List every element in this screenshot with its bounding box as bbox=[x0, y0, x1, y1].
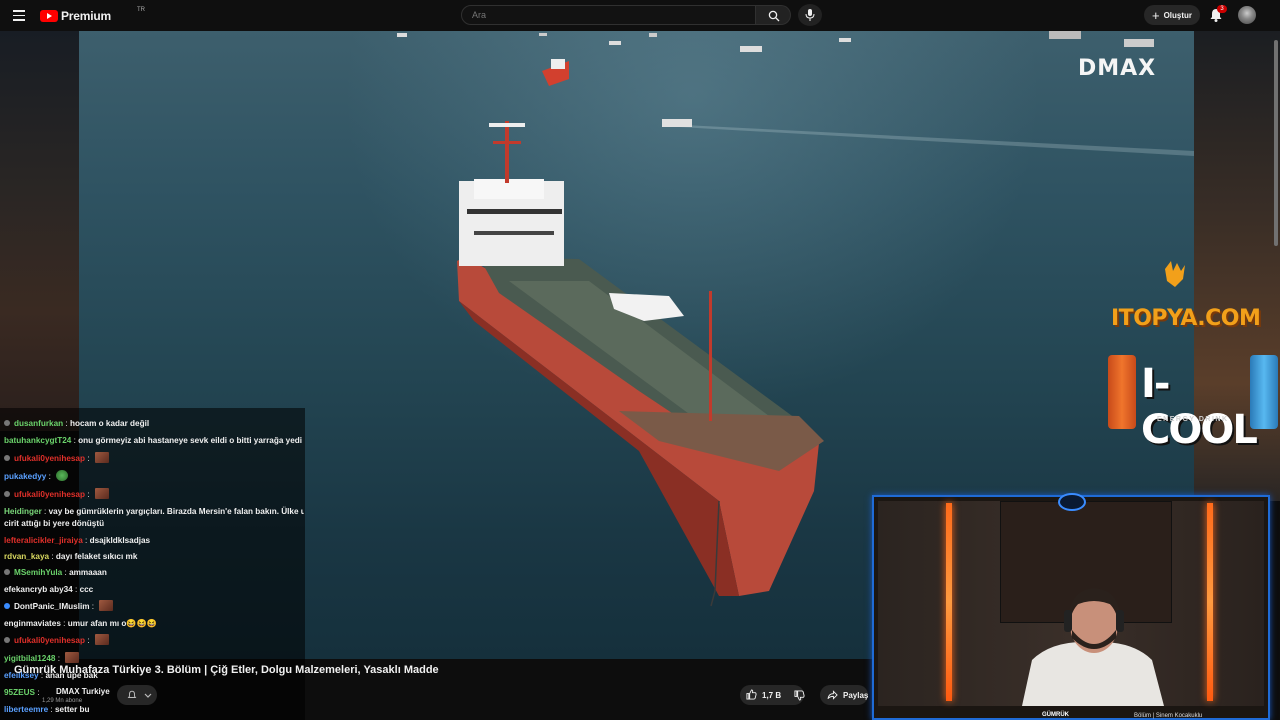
chevron-down-icon bbox=[144, 693, 152, 698]
chat-text: dayı felaket sıkıcı mk bbox=[55, 552, 138, 561]
youtube-logo-icon bbox=[40, 10, 58, 22]
neon-light-left bbox=[946, 503, 952, 701]
chat-message: ufukali0yenihesap : bbox=[4, 452, 304, 464]
page-scrollbar[interactable] bbox=[1274, 40, 1278, 246]
like-count: 1,7 B bbox=[762, 691, 782, 700]
chat-user: pukakedyy bbox=[4, 472, 47, 481]
streamer bbox=[1022, 588, 1164, 706]
chat-badge-icon bbox=[4, 569, 10, 575]
chat-user: batuhankcygtT24 bbox=[4, 436, 72, 445]
neon-light-right bbox=[1207, 503, 1213, 701]
chat-user: ufukali0yenihesap bbox=[14, 490, 85, 499]
chat-text: ammaaan bbox=[69, 568, 107, 577]
chat-message-cont: cirit attığı bi yere dönüştü bbox=[4, 518, 304, 529]
hamburger-icon[interactable] bbox=[13, 10, 25, 21]
energy-brand-logo: I-COOL bbox=[1141, 361, 1258, 453]
chat-user: yigitbilal1248 bbox=[4, 654, 56, 663]
chat-user: Heidinger bbox=[4, 507, 42, 516]
chat-user: dusanfurkan bbox=[14, 419, 64, 428]
chat-badge-icon bbox=[4, 603, 10, 609]
chat-emote bbox=[94, 488, 109, 499]
chat-badge-icon bbox=[4, 420, 10, 426]
chat-message: pukakedyy : bbox=[4, 470, 304, 482]
chat-message: DontPanic_IMuslim : bbox=[4, 600, 304, 612]
dmax-logo: DMAX bbox=[1078, 56, 1157, 81]
chat-user: DontPanic_IMuslim bbox=[14, 602, 90, 611]
chat-user: enginmaviates bbox=[4, 619, 61, 628]
chat-emote bbox=[56, 470, 69, 481]
chat-text: setter bu bbox=[54, 705, 90, 714]
subscriber-count: 1,29 Mn abone bbox=[42, 698, 83, 704]
video-title: Gümrük Muhafaza Türkiye 3. Bölüm | Çiğ E… bbox=[14, 664, 439, 676]
chat-user: liberteemre bbox=[4, 705, 49, 714]
search-button[interactable] bbox=[756, 5, 791, 25]
chat-message: MSemihYula : ammaaan bbox=[4, 567, 304, 578]
chat-user: lefteralicikler_jiraiya bbox=[4, 536, 83, 545]
chat-user: ufukali0yenihesap bbox=[14, 636, 85, 645]
chat-message: yigitbilal1248 : bbox=[4, 652, 304, 664]
chat-emote bbox=[94, 634, 109, 645]
chat-message: enginmaviates : umur afan mı o😆😆😆 bbox=[4, 619, 157, 628]
mic-icon bbox=[805, 9, 815, 21]
chat-user: efekancryb aby34 bbox=[4, 585, 73, 594]
chat-message: liberteemre : setter bu bbox=[4, 705, 90, 714]
share-label: Paylaş bbox=[843, 691, 869, 700]
create-label: Oluştur bbox=[1163, 10, 1193, 20]
bell-icon bbox=[127, 690, 137, 698]
chat-badge-icon bbox=[4, 455, 10, 461]
sponsor-logo: ITOPYA.COM bbox=[1111, 306, 1261, 331]
logo-text: Premium bbox=[61, 9, 111, 23]
like-icon[interactable] bbox=[746, 689, 757, 700]
chat-message: ufukali0yenihesap : bbox=[4, 488, 304, 500]
chat-message: efekancryb aby34 : ccc bbox=[4, 585, 94, 594]
chat-text: vay be gümrüklerin yargıçları. Birazda M… bbox=[48, 507, 304, 516]
top-bar: Premium TR + Oluştur 3 bbox=[0, 0, 1280, 31]
chat-text: dsajkldklsadjas bbox=[89, 536, 151, 545]
chat-user: MSemihYula bbox=[14, 568, 63, 577]
chat-emote bbox=[99, 600, 114, 611]
energy-can-left bbox=[1108, 355, 1136, 429]
search-box[interactable] bbox=[461, 5, 756, 25]
streamer-logo-icon bbox=[1058, 493, 1086, 511]
channel-name[interactable]: DMAX Turkiye bbox=[56, 687, 110, 696]
chat-emote bbox=[94, 452, 109, 463]
plus-icon: + bbox=[1151, 7, 1160, 23]
chat-message: batuhankcygtT24 : onu görmeyiz abi hasta… bbox=[4, 436, 303, 445]
notification-preference-button[interactable] bbox=[117, 685, 157, 705]
chat-message: lefteralicikler_jiraiya : dsajkldklsadja… bbox=[4, 536, 151, 545]
avatar[interactable] bbox=[1238, 6, 1256, 24]
chat-badge-icon bbox=[4, 491, 10, 497]
chat-badge-icon bbox=[4, 637, 10, 643]
chat-user: 95ZEUS bbox=[4, 688, 35, 697]
next-video-chip[interactable]: GÜMRÜK bbox=[1042, 712, 1069, 718]
search-input[interactable] bbox=[472, 10, 732, 20]
energy-brand-subtitle: ENERGY DRINK bbox=[1157, 416, 1229, 423]
chat-text: umur afan mı o😆😆😆 bbox=[67, 619, 157, 628]
youtube-logo[interactable]: Premium TR bbox=[40, 7, 145, 23]
chat-message: dusanfurkan : hocam o kadar değil bbox=[4, 418, 304, 429]
chat-text: ccc bbox=[79, 585, 94, 594]
chat-text: hocam o kadar değil bbox=[69, 419, 150, 428]
chat-user: rdvan_kaya bbox=[4, 552, 50, 561]
next-video-caption[interactable]: Bölüm | Sinem Kocakuklu bbox=[1134, 713, 1202, 719]
chat-text: cirit attığı bi yere dönüştü bbox=[4, 519, 105, 528]
region-code: TR bbox=[137, 7, 145, 13]
chat-message: rdvan_kaya : dayı felaket sıkıcı mk bbox=[4, 552, 138, 561]
dislike-icon[interactable] bbox=[794, 690, 805, 701]
voice-search-button[interactable] bbox=[798, 4, 822, 26]
video-side-left bbox=[0, 31, 79, 431]
notification-badge: 3 bbox=[1217, 5, 1227, 13]
chat-message: Heidinger : vay be gümrüklerin yargıçlar… bbox=[4, 507, 304, 516]
chat-text: onu görmeyiz abi hastaneye sevk eildi o … bbox=[78, 436, 303, 445]
chat-user: ufukali0yenihesap bbox=[14, 454, 85, 463]
chat-emote bbox=[65, 652, 80, 663]
fox-icon bbox=[1165, 261, 1185, 287]
share-icon bbox=[827, 690, 838, 700]
create-button[interactable]: + Oluştur bbox=[1144, 5, 1200, 25]
chat-message: ufukali0yenihesap : bbox=[4, 634, 304, 646]
search-icon bbox=[768, 10, 780, 22]
